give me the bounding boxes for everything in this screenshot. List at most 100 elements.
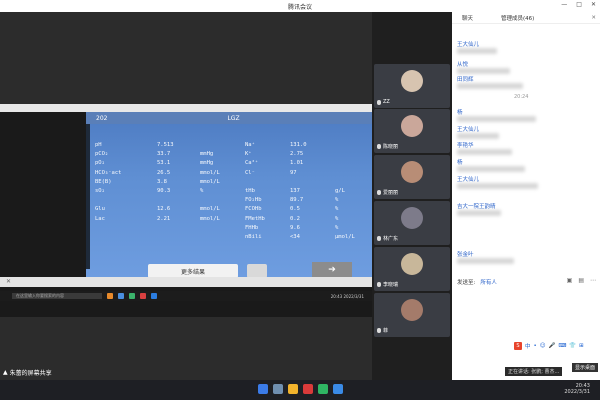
avatar <box>401 207 423 229</box>
tab-chat[interactable]: 聊天 <box>462 14 473 22</box>
more-results-button[interactable]: 更多结果 <box>148 264 238 278</box>
result-value: 0.5 <box>290 206 300 213</box>
close-button[interactable]: ✕ <box>591 1 596 8</box>
windows-taskbar: ▲ 朱蕾的屏幕共享 20:43 2022/3/31 <box>0 369 600 400</box>
window-titlebar: 腾讯会议 — □ ✕ <box>0 0 600 12</box>
skin-icon[interactable]: 👕 <box>569 343 576 349</box>
ime-mode[interactable]: 中 <box>525 342 531 350</box>
keyboard-icon[interactable]: ⌨ <box>558 343 566 349</box>
send-to-dropdown[interactable]: 所有人 <box>480 278 497 286</box>
result-row: Glu 12.6 mmol/L FCOHb 0.5% <box>95 206 365 215</box>
result-unit: g/L <box>335 188 345 194</box>
result-value: 131.0 <box>290 142 307 148</box>
more-icon[interactable]: ⋯ <box>590 277 596 284</box>
task-view-icon[interactable] <box>273 384 283 394</box>
avatar <box>401 115 423 137</box>
participant-tile[interactable]: 陈晓丽 <box>374 109 450 153</box>
monitor-operator: LGZ <box>227 114 240 122</box>
result-value: <34 <box>290 234 300 240</box>
clock-date: 2022/3/31 <box>564 389 590 395</box>
taskbar-apps <box>258 384 343 394</box>
result-row: BE(B) 3.8 mmol/L <box>95 179 365 188</box>
participant-name-row: 菲 <box>377 327 388 334</box>
result-value: 9.6 <box>290 224 300 231</box>
participant-name-row: 陈晓丽 <box>377 143 398 150</box>
chat-sender: 杨 <box>457 110 463 116</box>
screen-share-text: 朱蕾的屏幕共享 <box>9 370 52 377</box>
shared-taskbar: 在这里输入你要搜索的内容 20:43 2022/3/31 <box>0 291 372 301</box>
grid-icon[interactable]: ⊞ <box>579 343 584 349</box>
participant-tile[interactable]: 李晓瑞 <box>374 247 450 291</box>
participant-tile[interactable]: 爱丽丽 <box>374 155 450 199</box>
participant-tile[interactable]: 林广东 <box>374 201 450 245</box>
result-value: 2.75 <box>290 151 304 158</box>
tencent-meeting-icon[interactable] <box>333 384 343 394</box>
show-desktop-tooltip: 显示桌面 <box>572 363 599 372</box>
app-icon[interactable] <box>303 384 313 394</box>
start-icon[interactable] <box>258 384 268 394</box>
print-icon[interactable] <box>247 264 267 278</box>
app-icon <box>107 293 113 299</box>
sogou-ime-icon[interactable]: S <box>514 342 522 350</box>
close-icon[interactable]: ✕ <box>6 278 11 285</box>
result-row: nBili <34 μmol/L <box>95 234 365 243</box>
result-unit: % <box>335 224 339 231</box>
microphone-icon <box>377 282 381 287</box>
result-unit: % <box>335 197 339 204</box>
image-icon[interactable]: ▣ <box>567 277 573 284</box>
explorer-icon[interactable] <box>288 384 298 394</box>
chat-message-blurred <box>457 133 499 139</box>
microphone-icon <box>377 236 381 241</box>
chat-message-blurred <box>457 258 514 264</box>
result-label: K⁺ <box>245 151 252 158</box>
result-row: FO₂Hb 89.7% <box>95 197 365 206</box>
result-row: pCO₂ 33.7 mmHg K⁺ 2.75 <box>95 151 365 160</box>
speaking-notification: 正在讲话: 张鹏; 曹杰... <box>505 367 563 376</box>
result-value: 89.7 <box>290 197 304 204</box>
participant-name: 李晓瑞 <box>383 282 399 288</box>
chat-message-blurred <box>457 116 536 122</box>
result-value: 1.01 <box>290 160 304 167</box>
participant-name: 林广东 <box>383 236 399 242</box>
result-label: pCO₂ <box>95 151 109 158</box>
participant-name: 爱丽丽 <box>383 190 399 196</box>
emoji-icon[interactable]: ☺ <box>540 343 546 349</box>
result-value: 2.21 <box>157 215 171 222</box>
chat-sender: 李艳华 <box>457 143 474 149</box>
maximize-button[interactable]: □ <box>576 1 582 8</box>
result-unit: % <box>200 188 204 194</box>
result-label: HCO₃⁻act <box>95 169 122 176</box>
chat-message-blurred <box>457 166 525 172</box>
avatar <box>401 299 423 321</box>
result-row: pH 7.513 Na⁺ 131.0 <box>95 142 365 151</box>
result-label: FO₂Hb <box>245 197 262 204</box>
chat-message-blurred <box>457 48 497 54</box>
microphone-icon <box>377 144 381 149</box>
wechat-icon[interactable] <box>318 384 328 394</box>
send-to-row: 发送至: 所有人 <box>457 278 497 286</box>
shared-screen-area: 202 LGZ pH 7.513 Na⁺ 131.0 pCO₂ 33.7 mmHg K⁺ 2.7… <box>0 12 372 386</box>
minimize-button[interactable]: — <box>561 1 567 8</box>
taskbar-clock[interactable]: 20:43 2022/3/31 <box>564 383 590 395</box>
result-value: 3.8 <box>157 178 167 185</box>
participant-tile[interactable]: 菲 <box>374 293 450 337</box>
participant-tile[interactable]: ZZ <box>374 64 450 108</box>
avatar <box>401 161 423 183</box>
microphone-icon[interactable]: 🎤 <box>549 343 556 349</box>
result-label: Lac <box>95 215 105 222</box>
shared-window-bar: ✕ <box>0 277 372 287</box>
chat-sender: 张金叶 <box>457 252 474 258</box>
chat-sender: 从悦 <box>457 62 469 68</box>
result-label: pO₂ <box>95 160 105 167</box>
tab-manage-members[interactable]: 管理成员(46) <box>501 14 534 22</box>
chat-sender: 王大仙儿 <box>457 42 480 48</box>
next-arrow-icon[interactable]: ➔ <box>312 262 352 278</box>
chat-sender: 田同辉 <box>457 77 474 83</box>
file-icon[interactable]: ▤ <box>578 277 584 284</box>
close-icon[interactable]: ✕ <box>591 15 596 21</box>
app-icon <box>151 293 157 299</box>
result-label: Glu <box>95 206 105 213</box>
chat-message-blurred <box>457 210 501 216</box>
participant-name: 菲 <box>383 328 389 334</box>
ime-punctuation[interactable]: • <box>534 343 537 349</box>
